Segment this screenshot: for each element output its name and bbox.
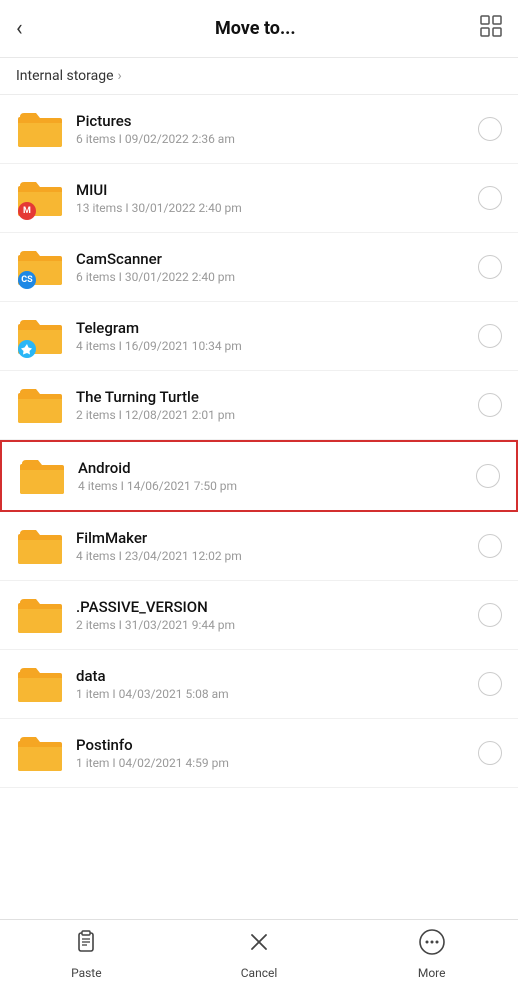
file-name: Telegram <box>76 319 478 337</box>
file-info: CamScanner 6 items I 30/01/2022 2:40 pm <box>76 250 478 284</box>
file-radio[interactable] <box>478 186 502 210</box>
grid-view-icon[interactable] <box>480 15 502 42</box>
file-radio[interactable] <box>478 672 502 696</box>
folder-icon <box>16 381 64 429</box>
file-meta: 6 items I 30/01/2022 2:40 pm <box>76 270 478 284</box>
file-item[interactable]: The Turning Turtle 2 items I 12/08/2021 … <box>0 371 518 440</box>
folder-icon <box>16 591 64 639</box>
folder-icon <box>16 729 64 777</box>
file-info: Postinfo 1 item I 04/02/2021 4:59 pm <box>76 736 478 770</box>
header: ‹ Move to... <box>0 0 518 58</box>
file-meta: 6 items I 09/02/2022 2:36 am <box>76 132 478 146</box>
file-item[interactable]: Telegram 4 items I 16/09/2021 10:34 pm <box>0 302 518 371</box>
file-radio[interactable] <box>478 393 502 417</box>
file-radio[interactable] <box>478 741 502 765</box>
paste-button[interactable]: Paste <box>0 928 173 980</box>
file-item[interactable]: Pictures 6 items I 09/02/2022 2:36 am <box>0 95 518 164</box>
back-button[interactable]: ‹ <box>16 12 31 45</box>
file-info: Android 4 items I 14/06/2021 7:50 pm <box>78 459 476 493</box>
file-radio[interactable] <box>478 117 502 141</box>
file-info: The Turning Turtle 2 items I 12/08/2021 … <box>76 388 478 422</box>
file-name: Postinfo <box>76 736 478 754</box>
file-radio[interactable] <box>476 464 500 488</box>
folder-icon-wrap <box>18 452 66 500</box>
folder-icon-wrap <box>16 381 64 429</box>
badge-miui: M <box>18 202 36 220</box>
folder-icon-wrap <box>16 522 64 570</box>
file-info: MIUI 13 items I 30/01/2022 2:40 pm <box>76 181 478 215</box>
cancel-button[interactable]: Cancel <box>173 928 346 980</box>
paste-icon <box>72 928 100 962</box>
folder-icon-wrap <box>16 312 64 360</box>
file-meta: 4 items I 16/09/2021 10:34 pm <box>76 339 478 353</box>
folder-icon-wrap: CS <box>16 243 64 291</box>
file-name: CamScanner <box>76 250 478 268</box>
breadcrumb-chevron-icon: › <box>118 68 122 84</box>
file-meta: 2 items I 12/08/2021 2:01 pm <box>76 408 478 422</box>
folder-icon-wrap <box>16 591 64 639</box>
file-item[interactable]: FilmMaker 4 items I 23/04/2021 12:02 pm <box>0 512 518 581</box>
file-item[interactable]: CS CamScanner 6 items I 30/01/2022 2:40 … <box>0 233 518 302</box>
file-item[interactable]: .PASSIVE_VERSION 2 items I 31/03/2021 9:… <box>0 581 518 650</box>
file-name: data <box>76 667 478 685</box>
badge-telegram <box>18 340 36 358</box>
file-meta: 4 items I 23/04/2021 12:02 pm <box>76 549 478 563</box>
file-radio[interactable] <box>478 603 502 627</box>
more-label: More <box>418 966 446 980</box>
file-name: FilmMaker <box>76 529 478 547</box>
folder-icon-wrap <box>16 660 64 708</box>
badge-cs: CS <box>18 271 36 289</box>
folder-icon <box>16 105 64 153</box>
file-meta: 1 item I 04/03/2021 5:08 am <box>76 687 478 701</box>
breadcrumb-text: Internal storage <box>16 68 114 84</box>
file-radio[interactable] <box>478 534 502 558</box>
folder-icon-wrap <box>16 105 64 153</box>
file-name: MIUI <box>76 181 478 199</box>
file-radio[interactable] <box>478 255 502 279</box>
folder-icon <box>16 660 64 708</box>
file-list: Pictures 6 items I 09/02/2022 2:36 am M … <box>0 95 518 919</box>
file-meta: 13 items I 30/01/2022 2:40 pm <box>76 201 478 215</box>
folder-icon <box>18 452 66 500</box>
more-button[interactable]: More <box>345 928 518 980</box>
file-meta: 2 items I 31/03/2021 9:44 pm <box>76 618 478 632</box>
file-info: .PASSIVE_VERSION 2 items I 31/03/2021 9:… <box>76 598 478 632</box>
page-title: Move to... <box>31 18 480 39</box>
bottom-bar: Paste Cancel More <box>0 919 518 996</box>
file-meta: 1 item I 04/02/2021 4:59 pm <box>76 756 478 770</box>
folder-icon <box>16 522 64 570</box>
folder-icon-wrap <box>16 729 64 777</box>
file-name: Pictures <box>76 112 478 130</box>
breadcrumb[interactable]: Internal storage › <box>0 58 518 95</box>
folder-icon-wrap: M <box>16 174 64 222</box>
file-meta: 4 items I 14/06/2021 7:50 pm <box>78 479 476 493</box>
cancel-label: Cancel <box>241 966 278 980</box>
cancel-icon <box>245 928 273 962</box>
file-item[interactable]: M MIUI 13 items I 30/01/2022 2:40 pm <box>0 164 518 233</box>
file-info: FilmMaker 4 items I 23/04/2021 12:02 pm <box>76 529 478 563</box>
file-item[interactable]: data 1 item I 04/03/2021 5:08 am <box>0 650 518 719</box>
file-radio[interactable] <box>478 324 502 348</box>
file-info: data 1 item I 04/03/2021 5:08 am <box>76 667 478 701</box>
file-info: Telegram 4 items I 16/09/2021 10:34 pm <box>76 319 478 353</box>
paste-label: Paste <box>71 966 102 980</box>
file-name: Android <box>78 459 476 477</box>
file-name: .PASSIVE_VERSION <box>76 598 478 616</box>
more-icon <box>418 928 446 962</box>
file-name: The Turning Turtle <box>76 388 478 406</box>
file-info: Pictures 6 items I 09/02/2022 2:36 am <box>76 112 478 146</box>
file-item[interactable]: Postinfo 1 item I 04/02/2021 4:59 pm <box>0 719 518 788</box>
file-item[interactable]: Android 4 items I 14/06/2021 7:50 pm <box>0 440 518 512</box>
